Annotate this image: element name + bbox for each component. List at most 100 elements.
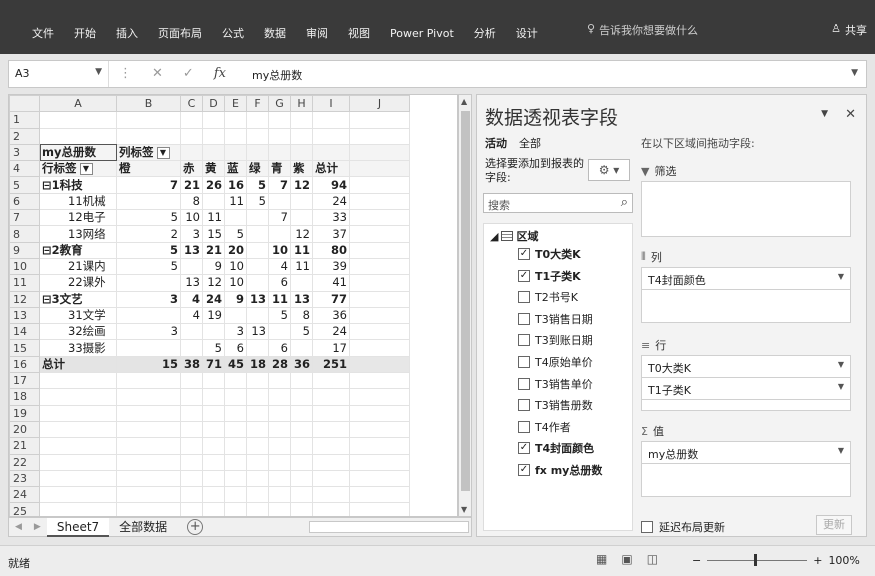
cell[interactable] <box>349 323 410 341</box>
cell[interactable] <box>349 404 410 422</box>
cell[interactable]: 20 <box>224 241 247 259</box>
cell[interactable] <box>246 404 269 422</box>
filter-drop-zone[interactable] <box>641 181 851 237</box>
row-header[interactable]: 9 <box>9 241 40 259</box>
cell[interactable] <box>290 372 313 390</box>
cell[interactable] <box>202 453 225 471</box>
cell[interactable]: 41 <box>312 274 350 292</box>
cell[interactable] <box>180 469 203 488</box>
row-header[interactable]: 3 <box>9 143 40 162</box>
cell[interactable] <box>312 469 350 488</box>
cell[interactable]: 80 <box>312 241 350 259</box>
cell[interactable] <box>116 127 181 145</box>
cell[interactable] <box>246 486 269 504</box>
cell[interactable] <box>180 372 203 390</box>
cell[interactable]: my总册数 <box>39 143 117 162</box>
checkbox[interactable] <box>518 420 530 433</box>
cell[interactable]: 12电子 <box>39 209 117 227</box>
cell[interactable] <box>290 192 313 211</box>
cell[interactable] <box>268 404 291 422</box>
cell[interactable] <box>349 306 410 325</box>
rows-field-item[interactable]: T1子类K ▼ <box>642 378 850 400</box>
row-header[interactable]: 21 <box>9 437 40 455</box>
field-item[interactable]: T3销售单价 <box>518 376 593 392</box>
chevron-down-icon[interactable]: ▼ <box>838 382 844 395</box>
page-layout-icon[interactable]: ▣ <box>621 552 632 566</box>
cell[interactable]: 12 <box>202 274 225 292</box>
insert-function-icon[interactable]: fx <box>214 66 226 81</box>
cell[interactable] <box>268 420 291 439</box>
ribbon-tab[interactable]: 设计 <box>506 25 548 41</box>
cell[interactable]: 11 <box>202 209 225 227</box>
cell[interactable]: 12 <box>290 176 313 194</box>
field-item[interactable]: T3销售册数 <box>518 397 593 413</box>
values-drop-zone[interactable]: my总册数 ▼ <box>641 441 851 497</box>
area-node[interactable]: ◢ 区域 <box>490 228 538 244</box>
cell[interactable] <box>39 127 117 145</box>
row-header[interactable]: 6 <box>9 192 40 211</box>
row-header[interactable]: 20 <box>9 420 40 439</box>
row-header[interactable]: 17 <box>9 372 40 390</box>
share-button[interactable]: ♙ 共享 <box>831 22 867 38</box>
cell[interactable]: 5 <box>202 339 225 357</box>
cell[interactable]: 71 <box>202 355 225 374</box>
cell[interactable]: 7 <box>116 176 181 194</box>
cell[interactable]: 4 <box>268 257 291 276</box>
cell[interactable] <box>202 127 225 145</box>
cell[interactable] <box>202 143 225 162</box>
cell[interactable] <box>268 143 291 162</box>
cell[interactable] <box>246 209 269 227</box>
cell[interactable]: 7 <box>268 209 291 227</box>
spreadsheet-grid[interactable]: A B C D E F G H I J 1 2 3 my总册数 列标签 ▼ 4 行标签 ▼ 橙赤黄蓝绿青紫总计 5 ⊟1科… <box>8 94 458 517</box>
cell[interactable]: 9 <box>224 290 247 308</box>
rows-drop-zone[interactable]: T0大类K ▼ T1子类K ▼ <box>641 355 851 411</box>
cell[interactable] <box>116 306 181 325</box>
collapse-icon[interactable]: ◢ <box>490 230 498 243</box>
chevron-down-icon[interactable]: ▼ <box>95 67 102 77</box>
cell[interactable]: 17 <box>312 339 350 357</box>
field-item[interactable]: T4原始单价 <box>518 354 593 370</box>
row-header[interactable]: 8 <box>9 225 40 243</box>
cell[interactable] <box>224 486 247 504</box>
cell[interactable] <box>224 209 247 227</box>
cell[interactable] <box>312 143 350 162</box>
cell[interactable] <box>290 420 313 439</box>
cell[interactable] <box>116 274 181 292</box>
ribbon-tab[interactable]: 分析 <box>464 25 506 41</box>
cell[interactable] <box>349 160 410 178</box>
sheet-tab-sheet7[interactable]: Sheet7 <box>46 517 110 537</box>
cell[interactable] <box>246 372 269 390</box>
cell[interactable] <box>246 453 269 471</box>
cell[interactable]: 21 <box>180 176 203 194</box>
cell[interactable]: 5 <box>268 306 291 325</box>
tell-me-search[interactable]: ♀ 告诉我你想要做什么 <box>587 22 698 38</box>
cell[interactable] <box>349 209 410 227</box>
cell[interactable] <box>224 420 247 439</box>
cell[interactable] <box>202 111 225 129</box>
column-header[interactable]: C <box>180 95 203 113</box>
cell[interactable]: 13 <box>180 241 203 259</box>
cell[interactable] <box>246 437 269 455</box>
ribbon-tab[interactable]: 审阅 <box>296 25 338 41</box>
cell[interactable] <box>180 339 203 357</box>
select-all-corner[interactable] <box>9 95 40 113</box>
cell[interactable] <box>268 372 291 390</box>
cell[interactable] <box>349 127 410 145</box>
row-header[interactable]: 19 <box>9 404 40 422</box>
cell[interactable] <box>224 469 247 488</box>
cell[interactable] <box>246 225 269 243</box>
column-header[interactable]: J <box>349 95 410 113</box>
checkbox[interactable] <box>518 291 530 304</box>
cell[interactable] <box>246 143 269 162</box>
cell[interactable]: 15 <box>116 355 181 374</box>
cell[interactable]: 22课外 <box>39 274 117 292</box>
cell[interactable] <box>268 192 291 211</box>
horizontal-scrollbar[interactable] <box>309 521 469 533</box>
cell[interactable] <box>180 143 203 162</box>
cell[interactable] <box>116 453 181 471</box>
cell[interactable] <box>224 388 247 406</box>
cell[interactable]: 紫 <box>290 160 313 178</box>
cell[interactable] <box>349 192 410 211</box>
field-item[interactable]: ✓ T4封面颜色 <box>518 440 594 456</box>
cell[interactable] <box>180 404 203 422</box>
